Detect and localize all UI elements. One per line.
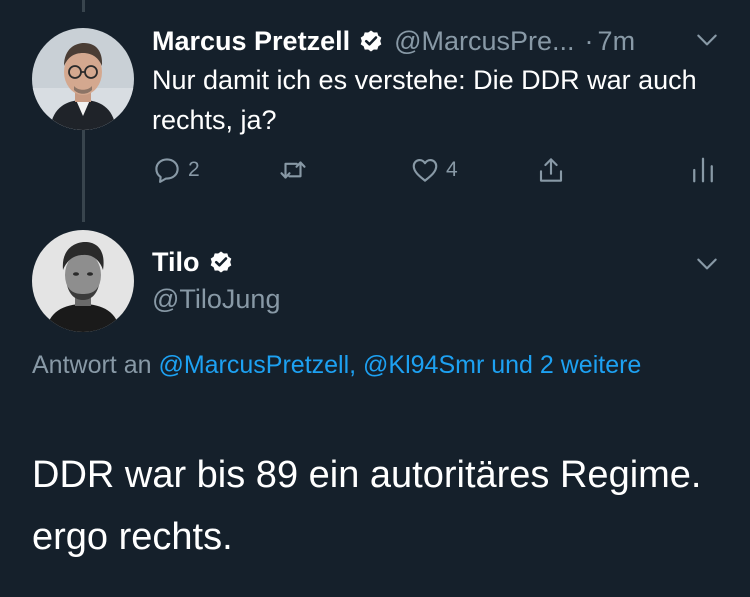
analytics-button[interactable] [688,150,718,190]
retweet-icon [280,161,306,179]
analytics-icon [693,157,713,183]
like-count: 4 [446,158,458,181]
reply-prefix: Antwort an [32,351,159,379]
avatar[interactable] [32,230,134,332]
user-handle[interactable]: @TiloJung [152,280,280,318]
verified-badge-icon [208,249,234,275]
separator-dot: · [584,25,594,56]
like-icon [412,158,438,182]
verified-badge-icon [358,28,384,54]
reply-mentions-link[interactable]: @MarcusPretzell, @Kl94Smr und 2 weitere [158,351,641,379]
avatar-marcus-image [32,28,134,130]
reply-context: Antwort an @MarcusPretzell, @Kl94Smr und… [32,344,712,386]
avatar[interactable] [32,28,134,130]
tweet-text: DDR war bis 89 ein autoritäres Regime. e… [32,454,702,558]
display-name[interactable]: Marcus Pretzell [152,26,350,57]
share-button[interactable] [536,150,566,190]
avatar-tilo-image [32,230,134,332]
user-handle[interactable]: @MarcusPre... [394,26,574,57]
timestamp[interactable]: 7m [598,26,636,57]
display-name[interactable]: Tilo [152,247,200,278]
reply-count: 2 [188,158,200,181]
retweet-button[interactable] [278,150,308,190]
reply-icon [155,158,179,183]
tweet-1-header: Marcus Pretzell @MarcusPre... · 7m [152,22,635,60]
like-button[interactable]: 4 [410,150,458,190]
chevron-down-icon[interactable] [694,251,720,277]
tweet-text: Nur damit ich es verstehe: Die DDR war a… [152,65,697,135]
reply-button[interactable]: 2 [152,150,200,190]
thread-line-top [82,0,85,12]
tweet-actions: 2 4 [0,150,750,190]
chevron-down-icon[interactable] [694,27,720,53]
tweet-2-header: Tilo [152,242,234,282]
share-icon [539,158,563,182]
